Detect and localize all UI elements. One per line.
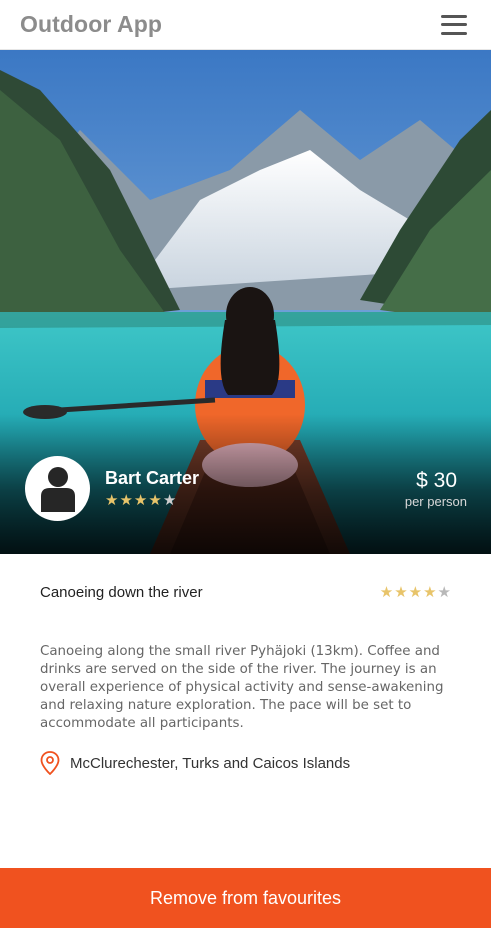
star-icon: ★ bbox=[423, 584, 438, 601]
activity-details: Canoeing down the river ★★★★★ Canoeing a… bbox=[40, 583, 452, 775]
location-row[interactable]: McClurechester, Turks and Caicos Islands bbox=[40, 751, 452, 775]
price-unit: per person bbox=[404, 494, 467, 509]
star-icon: ★ bbox=[408, 584, 424, 601]
activity-title-row: Canoeing down the river ★★★★★ bbox=[40, 583, 452, 602]
location-text: McClurechester, Turks and Caicos Islands bbox=[70, 754, 351, 772]
hamburger-menu-icon[interactable] bbox=[441, 14, 467, 35]
activity-rating-stars: ★★★★★ bbox=[380, 583, 452, 601]
star-icon: ★ bbox=[379, 584, 395, 601]
activity-description: Canoeing along the small river Pyhäjoki … bbox=[40, 644, 444, 731]
host-info: Bart Carter ★★★★★ bbox=[105, 467, 199, 510]
star-icon: ★ bbox=[105, 492, 120, 509]
star-icon: ★ bbox=[162, 492, 178, 509]
price-amount: $ 30 bbox=[416, 469, 457, 492]
top-app-bar: Outdoor App bbox=[0, 0, 491, 50]
price-block: $ 30 per person bbox=[405, 468, 467, 510]
host-rating-stars: ★★★★★ bbox=[105, 492, 199, 510]
star-icon: ★ bbox=[437, 584, 452, 601]
star-icon: ★ bbox=[133, 492, 149, 509]
app-title: Outdoor App bbox=[20, 11, 163, 37]
half-star-icon: ★ bbox=[148, 492, 163, 509]
map-pin-icon bbox=[40, 751, 60, 775]
remove-from-favourites-button[interactable]: Remove from favourites bbox=[0, 868, 491, 928]
host-profile[interactable]: Bart Carter ★★★★★ bbox=[25, 456, 199, 521]
star-icon: ★ bbox=[119, 492, 134, 509]
host-name: Bart Carter bbox=[105, 468, 200, 488]
star-icon: ★ bbox=[394, 584, 409, 601]
user-silhouette-icon[interactable] bbox=[25, 456, 90, 521]
activity-title: Canoeing down the river bbox=[40, 583, 203, 601]
